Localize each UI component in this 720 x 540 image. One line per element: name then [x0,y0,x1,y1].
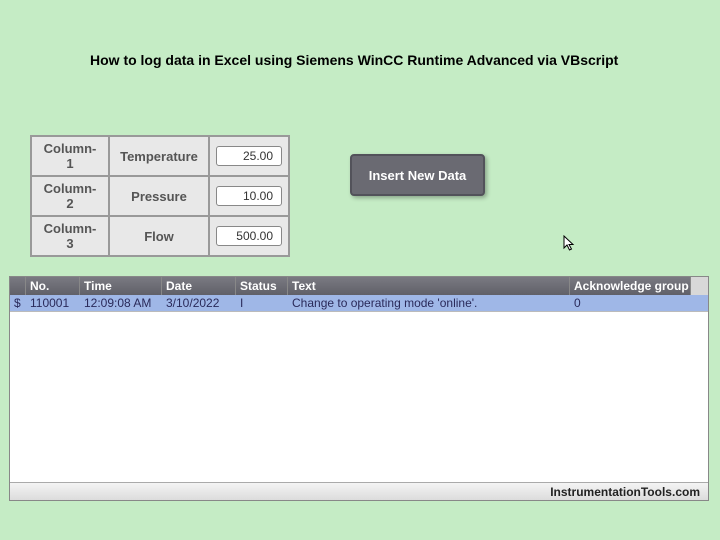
value-field-pressure[interactable]: 10.00 [216,186,282,206]
scrollbar-stub [691,277,708,295]
page-title: How to log data in Excel using Siemens W… [90,52,618,68]
alarm-header-no[interactable]: No. [26,277,80,295]
value-field-temperature[interactable]: 25.00 [216,146,282,166]
table-row: Column-3 Flow 500.00 [31,216,289,256]
value-field-flow[interactable]: 500.00 [216,226,282,246]
column-label-cell: Pressure [109,176,209,216]
column-label-cell: Flow [109,216,209,256]
input-table: Column-1 Temperature 25.00 Column-2 Pres… [30,135,290,257]
column-label-cell: Temperature [109,136,209,176]
alarm-header-time[interactable]: Time [80,277,162,295]
column-value-cell: 10.00 [209,176,289,216]
alarm-header-flag [10,277,26,295]
alarm-panel: No. Time Date Status Text Acknowledge gr… [9,276,709,501]
alarm-text: Change to operating mode 'online'. [288,295,570,311]
column-id-cell: Column-3 [31,216,109,256]
alarm-status: I [236,295,288,311]
column-value-cell: 500.00 [209,216,289,256]
alarm-header-date[interactable]: Date [162,277,236,295]
insert-new-data-button[interactable]: Insert New Data [350,154,485,196]
alarm-header-status[interactable]: Status [236,277,288,295]
column-id-cell: Column-2 [31,176,109,216]
mouse-cursor-icon [563,235,577,253]
alarm-row[interactable]: $ 110001 12:09:08 AM 3/10/2022 I Change … [10,295,708,312]
table-row: Column-2 Pressure 10.00 [31,176,289,216]
alarm-header-ack[interactable]: Acknowledge group [570,277,691,295]
alarm-no: 110001 [26,295,80,311]
alarm-ack: 0 [570,295,708,311]
alarm-time: 12:09:08 AM [80,295,162,311]
alarm-header-text[interactable]: Text [288,277,570,295]
alarm-flag: $ [10,295,26,311]
table-row: Column-1 Temperature 25.00 [31,136,289,176]
column-value-cell: 25.00 [209,136,289,176]
column-id-cell: Column-1 [31,136,109,176]
alarm-date: 3/10/2022 [162,295,236,311]
alarm-footer: InstrumentationTools.com [10,482,708,500]
alarm-header-row: No. Time Date Status Text Acknowledge gr… [10,277,708,295]
